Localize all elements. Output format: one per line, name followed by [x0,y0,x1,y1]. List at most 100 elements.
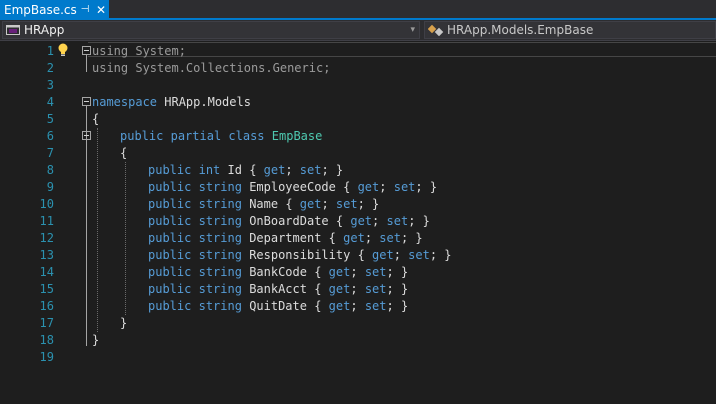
property-line: public string Responsibility { get; set;… [148,247,452,264]
keyword: public [120,129,164,143]
line-number: 6 [46,129,54,143]
keyword: get [328,265,351,279]
collapse-using-icon[interactable] [82,46,91,55]
property-name: QuitDate [249,299,307,313]
code-text: ; } [429,248,452,262]
tab-empbase-cs[interactable]: EmpBase.cs ⊣ ✕ [0,0,109,20]
code-text: ; [285,163,300,177]
keyword: public [148,282,192,296]
line-number: 11 [39,214,54,228]
csharp-project-icon [6,25,20,35]
line-number: 10 [39,197,54,211]
line-number: 3 [46,78,54,92]
code-text: { [328,214,351,228]
navigation-bar: HRApp ▾ HRApp.Models.EmpBase [0,20,716,41]
keyword: get [263,163,286,177]
type-keyword: string [198,231,242,245]
code-text: { [306,265,329,279]
keyword: public [148,163,192,177]
code-text: ; } [415,180,438,194]
type-keyword: string [198,282,242,296]
lightbulb-icon[interactable] [57,43,69,57]
code-text: { [321,231,344,245]
line-number: 18 [39,333,54,347]
code-text: ; } [321,163,344,177]
fold-line [86,140,87,329]
line-number: 13 [39,248,54,262]
class-icon [428,24,444,36]
code-text: { [278,197,300,211]
type-keyword: string [198,248,242,262]
code-text: } [92,333,100,347]
keyword: class [228,129,265,143]
keyword: get [328,282,351,296]
project-dropdown[interactable]: HRApp ▾ [2,21,420,39]
property-name: Department [249,231,322,245]
code-text: ; [321,197,336,211]
keyword: get [350,214,373,228]
type-keyword: string [198,197,242,211]
line-number: 7 [46,146,54,160]
code-text: ; [379,180,394,194]
keyword: get [372,248,394,262]
keyword: public [148,197,192,211]
code-text: ; } [386,265,409,279]
indent-guide [125,162,126,315]
member-name: HRApp.Models.EmpBase [447,23,594,37]
property-name: OnBoardDate [249,214,329,228]
line-number: 9 [46,180,54,194]
keyword: partial [170,129,222,143]
code-text: System.Collections.Generic; [128,61,331,75]
keyword: set [364,299,387,313]
keyword: using [92,61,129,75]
pin-icon[interactable]: ⊣ [80,4,90,16]
property-name: Id [227,163,242,177]
keyword: set [386,214,409,228]
code-text: { [241,163,264,177]
keyword: set [364,265,387,279]
code-text: { [92,112,100,126]
property-line: public string BankAcct { get; set; } [148,281,408,298]
code-text: HRApp.Models [157,95,251,109]
code-text: { [350,248,373,262]
document-tab-bar: EmpBase.cs ⊣ ✕ [0,0,716,20]
type-keyword: string [198,214,242,228]
line-number: 14 [39,265,54,279]
collapse-class-icon[interactable] [82,131,91,140]
code-line-6: public partial class EmpBase [120,128,322,145]
line-number: 19 [39,350,54,364]
property-name: BankCode [249,265,307,279]
code-line-18: } [92,332,99,349]
code-editor[interactable]: 1 2 3 4 5 6 7 8 9 10 11 12 13 14 15 16 1… [0,41,716,404]
close-icon[interactable]: ✕ [95,3,107,17]
property-line: public string Department { get; set; } [148,230,423,247]
code-text: ; [393,248,409,262]
type-keyword: string [198,265,242,279]
code-text: ; [350,299,365,313]
keyword: namespace [92,95,158,109]
keyword: get [343,231,365,245]
keyword: public [148,214,192,228]
code-text: { [335,180,358,194]
code-text: { [120,146,128,160]
chevron-down-icon[interactable]: ▾ [410,25,415,35]
code-text: ; [364,231,380,245]
member-dropdown[interactable]: HRApp.Models.EmpBase [424,21,716,39]
property-line: public string OnBoardDate { get; set; } [148,213,430,230]
keyword: public [148,265,192,279]
keyword: set [393,180,416,194]
keyword: set [379,231,401,245]
keyword: public [148,180,192,194]
line-number: 8 [46,163,54,177]
property-name: EmployeeCode [249,180,336,194]
keyword: public [148,248,192,262]
collapse-namespace-icon[interactable] [82,97,91,106]
code-text: ; } [386,282,409,296]
property-line: public int Id { get; set; } [148,162,343,179]
indent-guide [97,128,98,332]
keyword: get [328,299,351,313]
code-line-1: using System; [92,43,186,60]
keyword: set [335,197,358,211]
type-keyword: int [198,163,221,177]
code-line-17: } [120,315,127,332]
